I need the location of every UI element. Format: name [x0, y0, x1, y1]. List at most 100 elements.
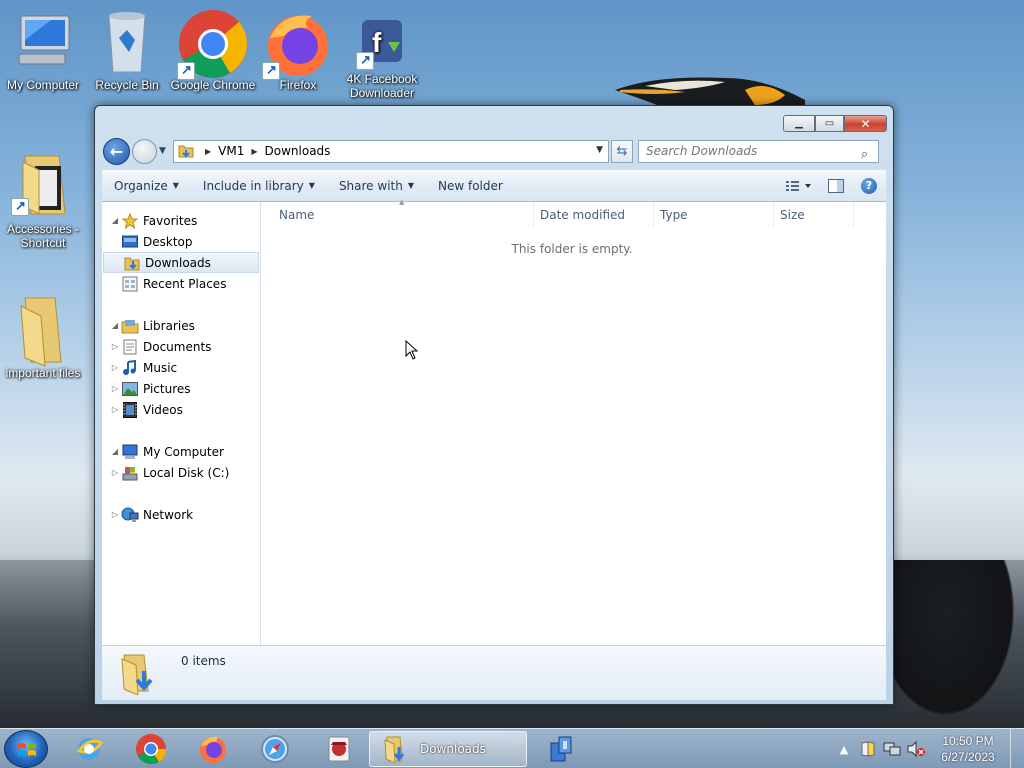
- maximize-button[interactable]: ▭: [815, 115, 844, 132]
- expand-arrow-icon[interactable]: ◢: [110, 216, 120, 225]
- nav-item-music[interactable]: ▷ Music: [102, 357, 260, 378]
- help-button[interactable]: ?: [852, 170, 886, 201]
- nav-item-favorites[interactable]: ◢ Favorites: [102, 210, 260, 231]
- arrow-left-icon: ←: [109, 141, 124, 161]
- expand-arrow-icon[interactable]: ◢: [110, 447, 120, 456]
- navigation-pane: ◢ Favorites Desktop Downloads Recent Pla…: [102, 202, 261, 645]
- forward-button[interactable]: [132, 138, 157, 164]
- nav-item-label: Music: [143, 360, 178, 375]
- taskbar-spy-app[interactable]: [311, 731, 367, 767]
- desktop-icon-label: Firefox: [279, 78, 317, 92]
- address-bar[interactable]: ▶ VM1 ▶ Downloads ▼: [173, 139, 609, 163]
- nav-item-documents[interactable]: ▷ Documents: [102, 336, 260, 357]
- column-header-label: Date modified: [540, 207, 626, 222]
- nav-item-network[interactable]: ▷ Network: [102, 504, 260, 525]
- firefox-icon: [262, 8, 334, 80]
- refresh-button[interactable]: ⇆: [611, 139, 633, 163]
- refresh-icon: ⇆: [616, 143, 628, 159]
- back-button[interactable]: ←: [103, 137, 130, 165]
- desktop-icon-accessories-shortcut[interactable]: Accessories - Shortcut: [0, 152, 86, 250]
- taskbar-downloads[interactable]: Downloads: [369, 731, 527, 767]
- column-header-size[interactable]: Size: [774, 202, 854, 227]
- desktop-icon-my-computer[interactable]: My Computer: [0, 8, 86, 92]
- volume-muted-icon[interactable]: [906, 739, 926, 759]
- expand-arrow-icon[interactable]: ▷: [110, 510, 120, 519]
- desktop-icon-important-files[interactable]: important files: [0, 296, 86, 380]
- star-icon: [121, 212, 139, 229]
- organize-menu[interactable]: Organize ▼: [102, 170, 191, 201]
- taskbar-google-chrome[interactable]: [123, 731, 179, 767]
- recent-pages-dropdown[interactable]: ▼: [159, 146, 171, 156]
- preview-pane-button[interactable]: [820, 170, 852, 201]
- close-button[interactable]: ✕: [844, 115, 887, 132]
- desktop-icon: [121, 234, 139, 250]
- taskbar-network-app[interactable]: [533, 731, 589, 767]
- nav-item-local-disk[interactable]: ▷ Local Disk (C:): [102, 462, 260, 483]
- desktop-icon-google-chrome[interactable]: Google Chrome: [170, 8, 256, 92]
- nav-item-libraries[interactable]: ◢ Libraries: [102, 315, 260, 336]
- breadcrumb-separator[interactable]: ▶: [205, 147, 211, 156]
- expand-arrow-icon[interactable]: ▷: [110, 384, 120, 393]
- taskbar-firefox[interactable]: [185, 731, 241, 767]
- nav-item-label: Videos: [143, 402, 183, 417]
- desktop-icon-label: 4K Facebook Downloader: [346, 72, 418, 100]
- breadcrumb-downloads[interactable]: Downloads: [265, 144, 331, 158]
- desktop-icon-label: Recycle Bin: [95, 78, 159, 92]
- clock[interactable]: 10:50 PM 6/27/2023: [928, 733, 1008, 765]
- start-button[interactable]: [4, 730, 48, 768]
- minimize-button[interactable]: ▁: [783, 115, 815, 132]
- expand-arrow-icon[interactable]: ▷: [110, 342, 120, 351]
- nav-item-my-computer[interactable]: ◢ My Computer: [102, 441, 260, 462]
- expand-arrow-icon[interactable]: ▷: [110, 468, 120, 477]
- chevron-down-icon[interactable]: ▼: [596, 145, 603, 155]
- expand-arrow-icon[interactable]: ◢: [110, 321, 120, 330]
- nav-item-downloads[interactable]: Downloads: [103, 252, 259, 273]
- nav-item-label: Desktop: [143, 234, 193, 249]
- desktop-icon-label: My Computer: [6, 78, 80, 92]
- downloads-folder-icon: [121, 654, 153, 695]
- taskbar-internet-explorer[interactable]: [61, 731, 117, 767]
- desktop-icon-label: Accessories - Shortcut: [6, 222, 80, 250]
- nav-item-desktop[interactable]: Desktop: [102, 231, 260, 252]
- new-folder-button[interactable]: New folder: [426, 170, 515, 201]
- share-with-menu[interactable]: Share with ▼: [327, 170, 426, 201]
- network-tray-icon[interactable]: [882, 739, 902, 759]
- help-icon: ?: [861, 177, 877, 194]
- clock-time: 10:50 PM: [942, 734, 994, 748]
- facebook-downloader-icon: f: [356, 18, 408, 70]
- navigation-bar: ← ▼ ▶ VM1 ▶ Downloads ▼ ⇆ ⌕: [103, 136, 887, 166]
- nav-item-pictures[interactable]: ▷ Pictures: [102, 378, 260, 399]
- breadcrumb-vm1[interactable]: VM1: [218, 144, 244, 158]
- action-center-icon[interactable]: [858, 739, 878, 759]
- taskbar: Downloads ▲ 10:50 PM 6/27/2023: [0, 728, 1024, 768]
- explorer-window: ▁ ▭ ✕ ← ▼ ▶ VM1 ▶ Downloads ▼ ⇆ ⌕ Organi…: [94, 105, 894, 705]
- expand-arrow-icon[interactable]: ▷: [110, 363, 120, 372]
- column-header-date-modified[interactable]: Date modified: [534, 202, 654, 227]
- breadcrumb-separator[interactable]: ▶: [251, 147, 257, 156]
- desktop-icon-4k-facebook-downloader[interactable]: f 4K Facebook Downloader: [339, 18, 425, 100]
- windows-logo-icon: [18, 743, 36, 756]
- nav-item-videos[interactable]: ▷ Videos: [102, 399, 260, 420]
- desktop-icon-firefox[interactable]: Firefox: [255, 8, 341, 92]
- show-desktop-button[interactable]: [1010, 729, 1024, 768]
- show-hidden-icons-button[interactable]: ▲: [834, 739, 854, 759]
- expand-arrow-icon[interactable]: ▷: [110, 405, 120, 414]
- close-icon: ✕: [860, 116, 871, 131]
- change-view-button[interactable]: [778, 170, 820, 201]
- recent-places-icon: [121, 276, 139, 292]
- chevron-down-icon: ▼: [407, 181, 414, 190]
- column-headers: ▲ Name Date modified Type Size: [262, 198, 886, 227]
- search-icon[interactable]: ⌕: [861, 147, 875, 162]
- view-list-icon: [786, 180, 811, 191]
- details-pane: 0 items: [102, 645, 886, 700]
- column-header-type[interactable]: Type: [654, 202, 774, 227]
- desktop-icon-recycle-bin[interactable]: Recycle Bin: [84, 8, 170, 92]
- search-input[interactable]: [638, 139, 879, 163]
- include-in-library-menu[interactable]: Include in library ▼: [191, 170, 327, 201]
- column-header-name[interactable]: ▲ Name: [262, 198, 534, 227]
- nav-item-recent-places[interactable]: Recent Places: [102, 273, 260, 294]
- taskbar-safari[interactable]: [247, 731, 303, 767]
